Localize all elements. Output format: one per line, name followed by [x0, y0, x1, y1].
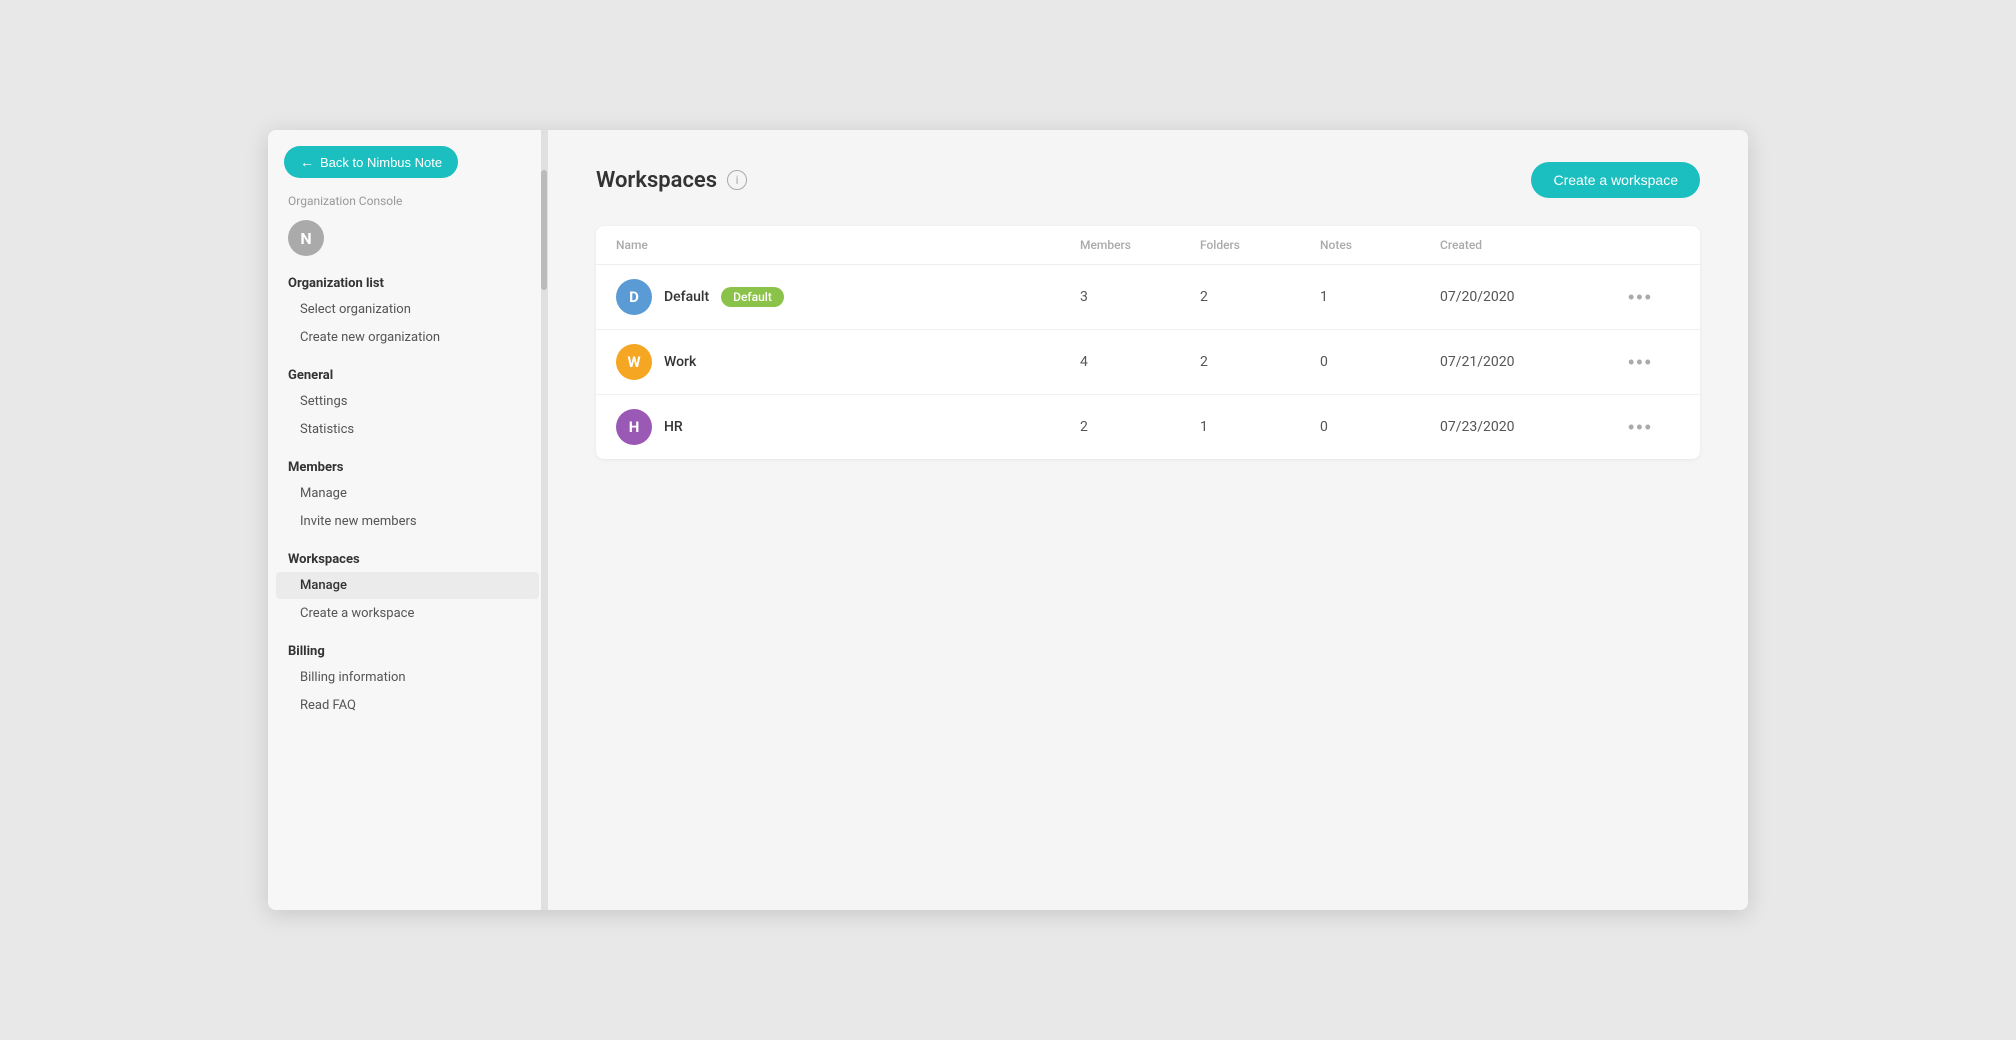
- nav-section-members: Members Manage Invite new members: [268, 452, 547, 536]
- sidebar-item-read-faq[interactable]: Read FAQ: [276, 692, 539, 719]
- created-date-hr: 07/23/2020: [1440, 419, 1620, 435]
- table-row: H HR 2 1 0 07/23/2020 •••: [596, 395, 1700, 459]
- workspace-name-cell: D Default Default: [616, 279, 1080, 315]
- sidebar-item-select-organization[interactable]: Select organization: [276, 296, 539, 323]
- back-to-nimbus-button[interactable]: ← Back to Nimbus Note: [284, 146, 458, 178]
- scrollbar-thumb: [541, 170, 547, 290]
- more-options-work[interactable]: •••: [1620, 348, 1661, 377]
- workspace-name-work: Work: [664, 354, 696, 370]
- info-icon[interactable]: i: [727, 170, 747, 190]
- table-row: D Default Default 3 2 1 07/20/2020 •••: [596, 265, 1700, 330]
- workspace-name-cell: W Work: [616, 344, 1080, 380]
- sidebar-item-settings[interactable]: Settings: [276, 388, 539, 415]
- org-console-label: Organization Console: [268, 178, 547, 216]
- sidebar-item-invite-members[interactable]: Invite new members: [276, 508, 539, 535]
- actions-work: •••: [1620, 348, 1680, 377]
- notes-count-hr: 0: [1320, 419, 1440, 435]
- workspace-avatar-hr: H: [616, 409, 652, 445]
- members-count-default: 3: [1080, 289, 1200, 305]
- nav-section-organization: Organization list Select organization Cr…: [268, 268, 547, 352]
- workspace-name-cell: H HR: [616, 409, 1080, 445]
- nav-section-workspaces: Workspaces Manage Create a workspace: [268, 544, 547, 628]
- created-date-default: 07/20/2020: [1440, 289, 1620, 305]
- col-header-created: Created: [1440, 238, 1620, 252]
- col-header-folders: Folders: [1200, 238, 1320, 252]
- page-title: Workspaces: [596, 168, 717, 193]
- workspace-avatar-work: W: [616, 344, 652, 380]
- nav-section-title-workspaces: Workspaces: [268, 544, 547, 571]
- more-options-default[interactable]: •••: [1620, 283, 1661, 312]
- workspace-avatar-default: D: [616, 279, 652, 315]
- sidebar-item-manage-members[interactable]: Manage: [276, 480, 539, 507]
- created-date-work: 07/21/2020: [1440, 354, 1620, 370]
- back-button-label: Back to Nimbus Note: [320, 155, 442, 170]
- sidebar: ← Back to Nimbus Note Organization Conso…: [268, 130, 548, 910]
- folders-count-default: 2: [1200, 289, 1320, 305]
- create-workspace-button[interactable]: Create a workspace: [1531, 162, 1700, 198]
- nav-section-title-general: General: [268, 360, 547, 387]
- members-count-work: 4: [1080, 354, 1200, 370]
- nav-section-general: General Settings Statistics: [268, 360, 547, 444]
- table-header: Name Members Folders Notes Created: [596, 226, 1700, 265]
- notes-count-work: 0: [1320, 354, 1440, 370]
- members-count-hr: 2: [1080, 419, 1200, 435]
- nav-section-title-organization: Organization list: [268, 268, 547, 295]
- table-row: W Work 4 2 0 07/21/2020 •••: [596, 330, 1700, 395]
- actions-default: •••: [1620, 283, 1680, 312]
- workspace-name-default: Default: [664, 289, 709, 305]
- user-avatar: N: [288, 220, 324, 256]
- col-header-members: Members: [1080, 238, 1200, 252]
- col-header-actions: [1620, 238, 1680, 252]
- sidebar-item-create-workspace[interactable]: Create a workspace: [276, 600, 539, 627]
- back-arrow-icon: ←: [300, 154, 314, 170]
- folders-count-hr: 1: [1200, 419, 1320, 435]
- sidebar-item-statistics[interactable]: Statistics: [276, 416, 539, 443]
- nav-section-billing: Billing Billing information Read FAQ: [268, 636, 547, 720]
- nav-section-title-members: Members: [268, 452, 547, 479]
- sidebar-item-billing-information[interactable]: Billing information: [276, 664, 539, 691]
- sidebar-scrollbar[interactable]: [541, 130, 547, 910]
- default-badge: Default: [721, 287, 784, 307]
- main-header: Workspaces i Create a workspace: [596, 162, 1700, 198]
- workspace-name-hr: HR: [664, 419, 683, 435]
- sidebar-item-create-new-organization[interactable]: Create new organization: [276, 324, 539, 351]
- col-header-notes: Notes: [1320, 238, 1440, 252]
- folders-count-work: 2: [1200, 354, 1320, 370]
- more-options-hr[interactable]: •••: [1620, 413, 1661, 442]
- main-content: Workspaces i Create a workspace Name Mem…: [548, 130, 1748, 910]
- page-title-row: Workspaces i: [596, 168, 747, 193]
- actions-hr: •••: [1620, 413, 1680, 442]
- app-window: ← Back to Nimbus Note Organization Conso…: [268, 130, 1748, 910]
- col-header-name: Name: [616, 238, 1080, 252]
- workspaces-table: Name Members Folders Notes Created D Def…: [596, 226, 1700, 459]
- sidebar-item-manage-workspaces[interactable]: Manage: [276, 572, 539, 599]
- nav-section-title-billing: Billing: [268, 636, 547, 663]
- notes-count-default: 1: [1320, 289, 1440, 305]
